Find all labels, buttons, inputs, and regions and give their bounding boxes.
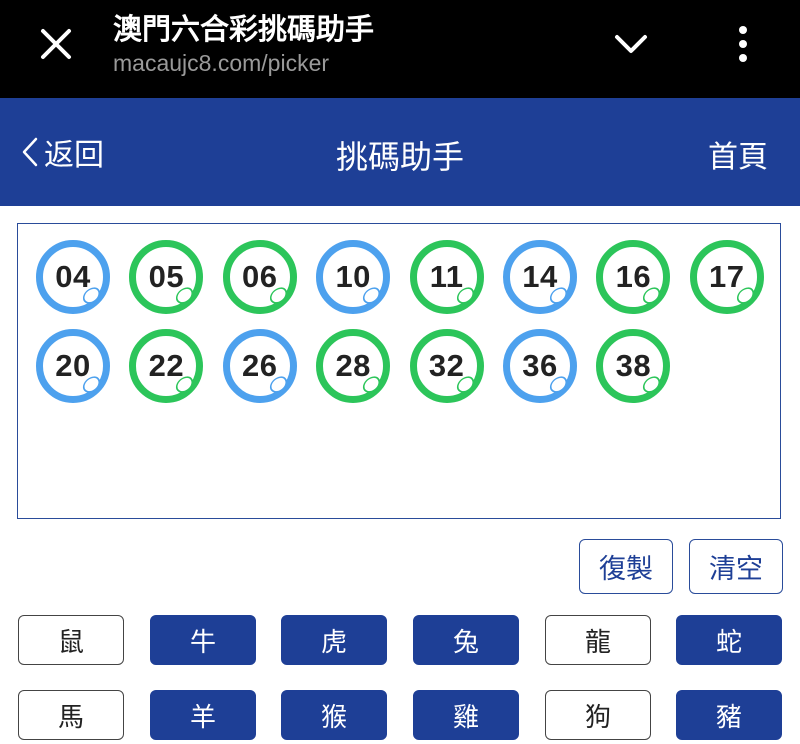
chevron-down-icon <box>615 35 647 53</box>
ball-number: 38 <box>615 348 652 383</box>
ball-number: 17 <box>709 259 745 294</box>
ball-number: 16 <box>615 259 652 294</box>
zodiac-button[interactable]: 猴 <box>281 690 387 740</box>
close-button[interactable] <box>34 22 78 66</box>
zodiac-button[interactable]: 羊 <box>150 690 256 740</box>
app-header: 返回 挑碼助手 首頁 <box>0 98 800 206</box>
number-ball[interactable]: 20 <box>36 329 110 403</box>
ball-number: 26 <box>242 348 278 383</box>
zodiac-button[interactable]: 牛 <box>150 615 256 665</box>
close-icon <box>41 29 71 59</box>
zodiac-button[interactable]: 鼠 <box>18 615 124 665</box>
number-ball[interactable]: 38 <box>596 329 671 403</box>
ball-number: 22 <box>148 348 185 383</box>
ball-number: 05 <box>148 259 185 294</box>
browser-bar: 澳門六合彩挑碼助手 macaujc8.com/picker <box>0 0 800 98</box>
ball-number: 20 <box>55 348 91 383</box>
number-ball[interactable]: 10 <box>316 240 391 314</box>
number-ball[interactable]: 11 <box>409 240 484 314</box>
ball-number: 06 <box>242 259 278 294</box>
more-options-button[interactable] <box>728 22 758 66</box>
number-ball[interactable]: 36 <box>503 329 577 403</box>
number-ball[interactable]: 17 <box>689 240 764 314</box>
ball-number: 10 <box>335 259 371 294</box>
home-button[interactable]: 首頁 <box>708 132 768 176</box>
ball-number: 36 <box>522 348 558 383</box>
zodiac-button[interactable]: 馬 <box>18 690 124 740</box>
copy-button[interactable]: 復製 <box>579 539 673 594</box>
number-ball[interactable]: 04 <box>36 240 110 314</box>
clear-button[interactable]: 清空 <box>689 539 783 594</box>
ball-number: 14 <box>522 259 558 294</box>
ball-number: 32 <box>428 348 465 383</box>
zodiac-button[interactable]: 雞 <box>413 690 519 740</box>
number-ball[interactable]: 16 <box>596 240 671 314</box>
zodiac-button[interactable]: 虎 <box>281 615 387 665</box>
ball-number: 28 <box>335 348 371 383</box>
ball-number: 11 <box>429 259 464 294</box>
page-title: 澳門六合彩挑碼助手 <box>113 12 375 46</box>
zodiac-button[interactable]: 蛇 <box>676 615 782 665</box>
more-vertical-icon <box>739 26 747 62</box>
ball-number: 04 <box>55 259 91 294</box>
header-title: 挑碼助手 <box>335 138 464 176</box>
number-ball[interactable]: 22 <box>129 329 204 403</box>
number-ball[interactable]: 05 <box>129 240 204 314</box>
zodiac-button[interactable]: 兔 <box>413 615 519 665</box>
number-ball[interactable]: 28 <box>316 329 391 403</box>
url-text[interactable]: macaujc8.com/picker <box>113 50 329 77</box>
number-ball[interactable]: 06 <box>222 240 297 314</box>
expand-button[interactable] <box>608 24 654 64</box>
zodiac-button[interactable]: 狗 <box>545 690 651 740</box>
number-ball[interactable]: 14 <box>503 240 577 314</box>
picked-numbers-box: 04 05 06 10 11 14 16 17 20 22 26 28 32 36 38 <box>17 223 781 519</box>
number-ball[interactable]: 32 <box>409 329 484 403</box>
number-ball[interactable]: 26 <box>222 329 297 403</box>
zodiac-button[interactable]: 龍 <box>545 615 651 665</box>
zodiac-button[interactable]: 豬 <box>676 690 782 740</box>
